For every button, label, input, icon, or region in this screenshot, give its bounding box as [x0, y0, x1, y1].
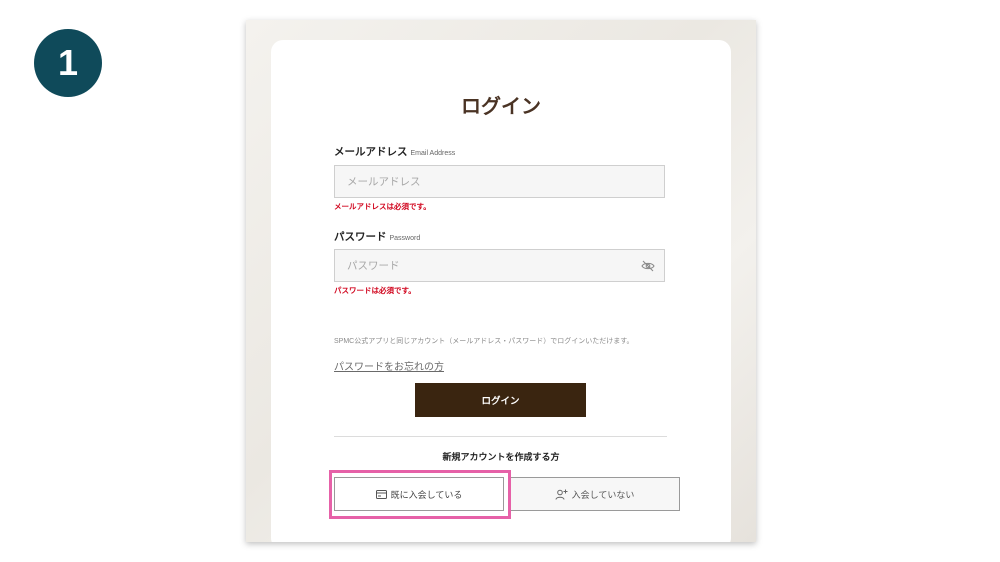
password-label-text: パスワード — [334, 231, 387, 243]
email-field[interactable] — [335, 166, 664, 197]
password-field-wrapper — [334, 249, 665, 282]
step-number-badge: 1 — [34, 29, 102, 97]
already-member-button[interactable]: 既に入会している — [334, 477, 504, 511]
login-button[interactable]: ログイン — [415, 383, 586, 417]
user-plus-icon — [555, 489, 568, 500]
email-label-en: Email Address — [410, 150, 456, 157]
not-member-button[interactable]: 入会していない — [509, 477, 680, 511]
forgot-password-link[interactable]: パスワードをお忘れの方 — [334, 358, 444, 373]
not-member-label: 入会していない — [571, 489, 635, 500]
page-title: ログイン — [461, 96, 541, 118]
password-label-en: Password — [389, 235, 421, 242]
password-error: パスワードは必須です。 — [334, 286, 416, 295]
password-label: パスワード Password — [334, 229, 420, 244]
password-field[interactable] — [335, 250, 664, 281]
login-note: SPMC公式アプリと同じアカウント（メールアドレス・パスワード）でログインいただ… — [334, 338, 634, 345]
new-account-heading: 新規アカウントを作成する方 — [442, 452, 560, 462]
step-number: 1 — [57, 42, 79, 83]
already-member-label: 既に入会している — [390, 489, 463, 500]
login-card: ログイン メールアドレスEmail Address メールアドレスは必須です。 … — [271, 40, 731, 542]
tutorial-stage: 1 ログイン メールアドレスEmail Address メールアドレスは必須です… — [0, 0, 1000, 562]
email-field-wrapper — [334, 165, 665, 198]
email-label: メールアドレス Email Address — [334, 144, 455, 159]
email-error: メールアドレスは必須です。 — [334, 202, 431, 211]
screenshot-frame: ログイン メールアドレスEmail Address メールアドレスは必須です。 … — [246, 20, 756, 542]
eye-slash-icon[interactable] — [641, 260, 655, 272]
email-label-text: メールアドレス — [334, 146, 408, 158]
divider — [334, 436, 667, 437]
card-icon — [375, 489, 387, 499]
